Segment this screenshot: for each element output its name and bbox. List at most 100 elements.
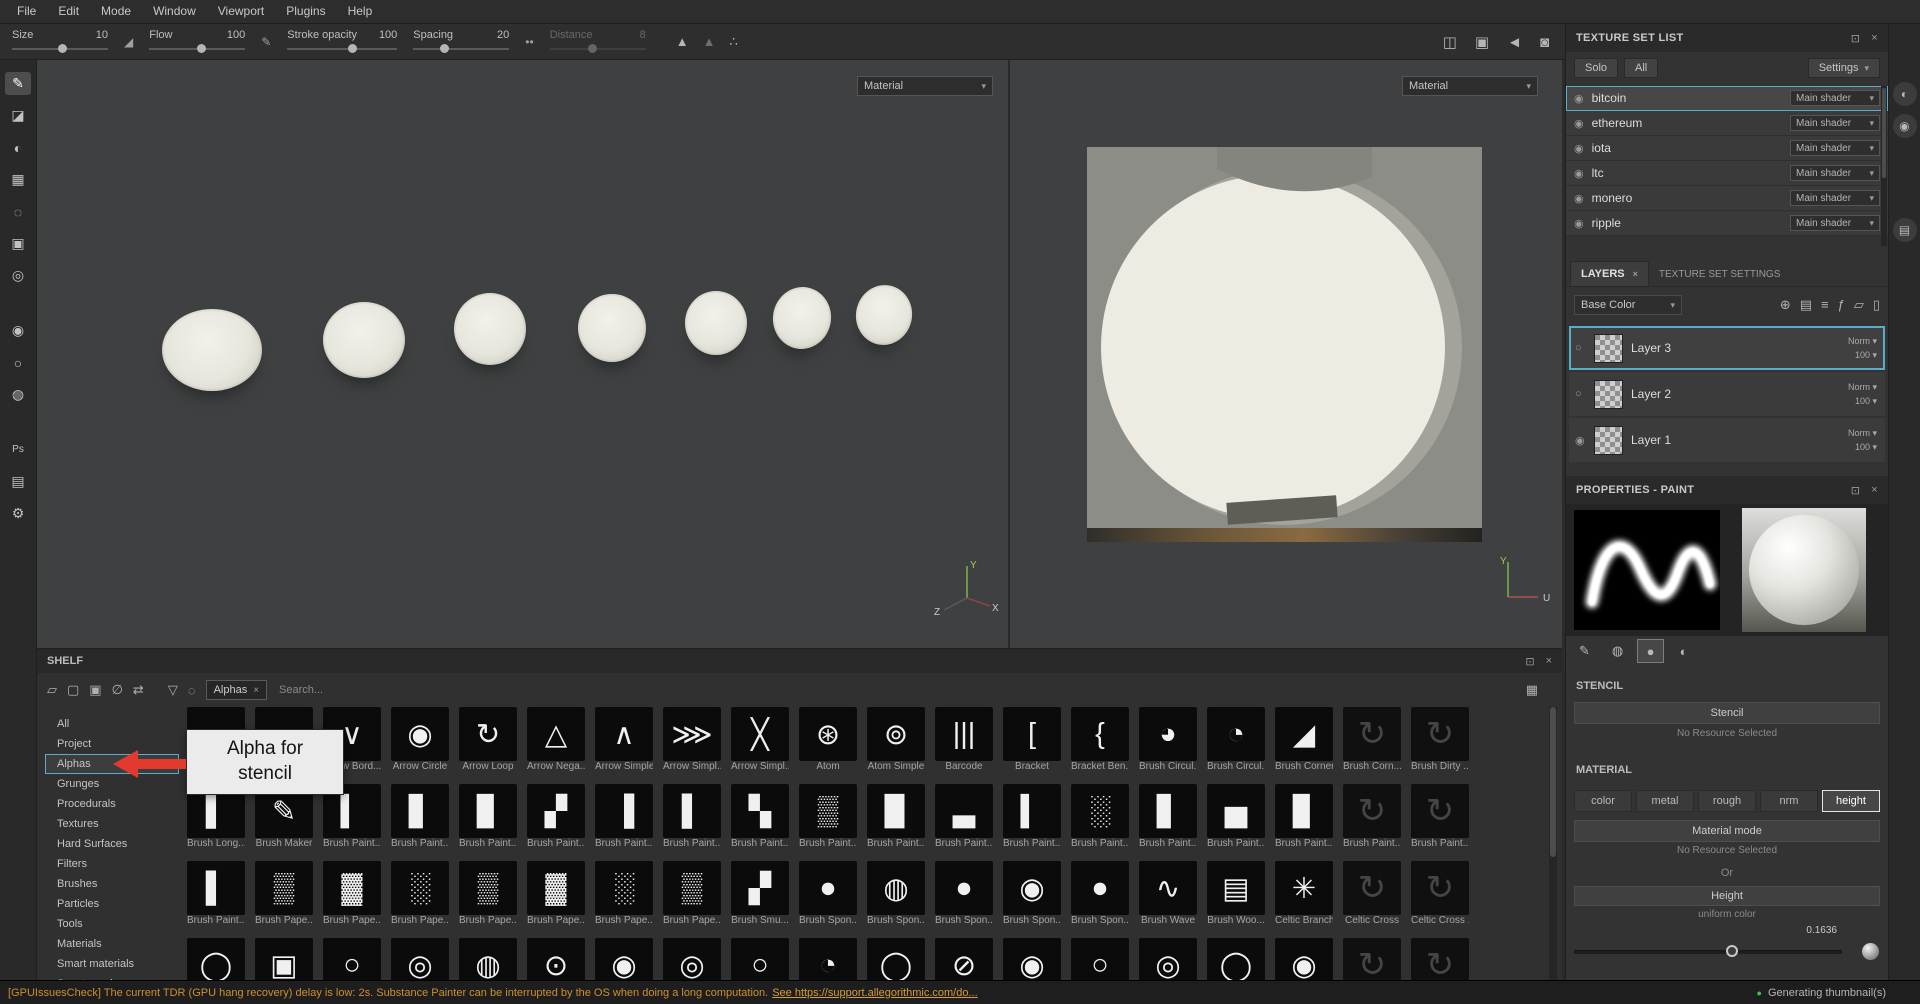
shelf-item-brush-paint[interactable]: ▉ Brush Paint... <box>867 784 925 852</box>
height-value[interactable]: 0.1636 <box>1806 925 1837 936</box>
symmetry-icon[interactable]: ∴ <box>729 34 737 50</box>
layer-opacity[interactable]: 100 ▾ <box>1848 394 1877 408</box>
flow-slider[interactable] <box>149 44 246 54</box>
shelf-item-brush-paint[interactable]: ↻ Brush Paint... <box>1343 784 1401 852</box>
size-falloff-icon[interactable]: ◢ <box>124 35 133 49</box>
layer-row-layer-3[interactable]: ○ Layer 3 Norm ▾ 100 ▾ <box>1569 326 1885 370</box>
height-button[interactable]: Height <box>1574 886 1880 906</box>
spacing-control[interactable]: Spacing 20 <box>413 29 510 54</box>
viewport2d-material-dropdown[interactable]: Material ▾ <box>1402 76 1538 96</box>
shelf-item-brush-paint[interactable]: ▞ Brush Paint... <box>527 784 585 852</box>
duplicate-icon[interactable]: ▣ <box>89 682 101 698</box>
shelf-item-bracket[interactable]: [Bracket <box>1003 707 1061 775</box>
main-shader-dropdown[interactable]: Main shader ▾ <box>1790 90 1880 106</box>
popout-icon[interactable]: ⊡ <box>1525 655 1534 668</box>
texture-set-row-monero[interactable]: ◉ monero Main shader ▾ <box>1566 186 1888 211</box>
falloff-curve-b-icon[interactable]: ▲ <box>703 34 716 50</box>
main-shader-dropdown[interactable]: Main shader ▾ <box>1790 190 1880 206</box>
shelf-category-grunges[interactable]: Grunges <box>45 774 179 794</box>
shelf-item-brush-corn[interactable]: ↻ Brush Corn... <box>1343 707 1401 775</box>
shelf-category-tools[interactable]: Tools <box>45 914 179 934</box>
shelf-item-atom-simple[interactable]: ⊚ Atom Simple <box>867 707 925 775</box>
material-properties-icon[interactable]: ◐ <box>1671 640 1696 662</box>
texture-set-row-ethereum[interactable]: ◉ ethereum Main shader ▾ <box>1566 111 1888 136</box>
spacing-value[interactable]: 20 <box>497 29 509 41</box>
popout-icon[interactable]: ⊡ <box>1851 484 1861 497</box>
shelf-item-brush-circul[interactable]: ◕ Brush Circul... <box>1139 707 1197 775</box>
shelf-item[interactable]: ○ <box>731 938 789 980</box>
export-plugin-icon[interactable]: ▤ <box>5 470 31 493</box>
texture-list-scrollbar[interactable] <box>1882 88 1886 178</box>
shelf-item-brush-paint[interactable]: ▊ Brush Paint... <box>459 784 517 852</box>
solo-button[interactable]: Solo <box>1574 58 1619 78</box>
layer-blend-mode[interactable]: Norm ▾ <box>1848 426 1877 440</box>
viewport-2d[interactable]: Material ▾ Y U <box>1010 60 1562 648</box>
tab-layers[interactable]: LAYERS × <box>1570 261 1649 286</box>
clone-tool[interactable]: ▣ <box>5 232 31 255</box>
tab-close-icon[interactable]: × <box>1633 269 1638 279</box>
shelf-item-brush-pape[interactable]: ▒ Brush Pape... <box>255 861 313 929</box>
shelf-category-particles[interactable]: Particles <box>45 894 179 914</box>
viewport3d-material-dropdown[interactable]: Material ▾ <box>857 76 993 96</box>
menu-edit[interactable]: Edit <box>47 0 90 23</box>
shelf-item-brush-spon[interactable]: ◍ Brush Spon... <box>867 861 925 929</box>
size-slider[interactable] <box>12 44 108 54</box>
all-button[interactable]: All <box>1624 58 1659 78</box>
shelf-item-brush-pape[interactable]: ░ Brush Pape... <box>391 861 449 929</box>
shelf-category-hard-surfaces[interactable]: Hard Surfaces <box>45 834 179 854</box>
shelf-item[interactable]: ◔ <box>799 938 857 980</box>
shelf-item-celtic-cross[interactable]: ↻Celtic Cross ... <box>1411 861 1469 929</box>
shelf-item[interactable]: ○ <box>1071 938 1129 980</box>
shelf-category-brushes[interactable]: Brushes <box>45 874 179 894</box>
channel-metal[interactable]: metal <box>1636 790 1694 812</box>
shelf-item[interactable]: ⊘ <box>935 938 993 980</box>
shelf-item-atom[interactable]: ⊛ Atom <box>799 707 857 775</box>
shelf-category-procedurals[interactable]: Procedurals <box>45 794 179 814</box>
main-shader-dropdown[interactable]: Main shader ▾ <box>1790 115 1880 131</box>
shelf-category-textures[interactable]: Textures <box>45 814 179 834</box>
texture-set-row-ripple[interactable]: ◉ ripple Main shader ▾ <box>1566 211 1888 236</box>
display-settings-icon[interactable]: ◐ <box>1892 82 1917 106</box>
shelf-item[interactable]: ◎ <box>663 938 721 980</box>
viewport-3d[interactable]: Material ▾ Y Z X <box>37 60 1010 648</box>
falloff-curve-a-icon[interactable]: ▲ <box>676 34 689 50</box>
layer-visible-radio-icon[interactable]: ○ <box>1575 388 1592 400</box>
shelf-item-barcode[interactable]: ||| Barcode <box>935 707 993 775</box>
camera-mode-icon[interactable]: ◄ <box>1507 34 1522 51</box>
stroke-opacity-control[interactable]: Stroke opacity 100 <box>287 29 398 54</box>
menu-plugins[interactable]: Plugins <box>275 0 336 23</box>
shelf-item-brush-paint[interactable]: ▌ Brush Paint... <box>187 861 245 929</box>
channel-height[interactable]: height <box>1822 790 1880 812</box>
import-resources-icon[interactable]: ⇄ <box>133 682 144 698</box>
layer-blend-mode[interactable]: Norm ▾ <box>1848 334 1877 348</box>
menu-mode[interactable]: Mode <box>90 0 142 23</box>
shelf-item-brush-pape[interactable]: ▓ Brush Pape... <box>323 861 381 929</box>
shelf-item[interactable]: ◍ <box>459 938 517 980</box>
channel-rough[interactable]: rough <box>1698 790 1756 812</box>
material-mode-button[interactable]: Material mode <box>1574 820 1880 842</box>
new-resource-icon[interactable]: ▢ <box>67 682 79 698</box>
shelf-item-brush-pape[interactable]: ▒ Brush Pape... <box>663 861 721 929</box>
add-effect-icon[interactable]: ƒ <box>1838 297 1845 313</box>
chip-close-icon[interactable]: × <box>253 685 259 696</box>
size-value[interactable]: 10 <box>96 29 108 41</box>
shelf-item-brush-paint[interactable]: ▍ Brush Paint... <box>1003 784 1061 852</box>
shelf-item-brush-spon[interactable]: ● Brush Spon... <box>1071 861 1129 929</box>
stroke-opacity-value[interactable]: 100 <box>379 29 397 41</box>
log-icon[interactable]: ▤ <box>1892 218 1917 242</box>
eraser-tool[interactable]: ◪ <box>5 104 31 127</box>
add-folder-icon[interactable]: ▱ <box>1854 297 1864 313</box>
shelf-item-brush-spon[interactable]: ◉ Brush Spon... <box>1003 861 1061 929</box>
folder-icon[interactable]: ▱ <box>47 682 57 698</box>
shelf-item-arrow-loop[interactable]: ↻ Arrow Loop <box>459 707 517 775</box>
shelf-item[interactable]: ◎ <box>391 938 449 980</box>
channel-color[interactable]: color <box>1574 790 1632 812</box>
shelf-item[interactable]: ◉ <box>1275 938 1333 980</box>
spacing-dot-icon[interactable]: •• <box>525 35 533 49</box>
shelf-category-smart-materials[interactable]: Smart materials <box>45 954 179 974</box>
shelf-item-arrow-nega[interactable]: △ Arrow Nega... <box>527 707 585 775</box>
shelf-item-brush-paint[interactable]: ▚ Brush Paint... <box>731 784 789 852</box>
shelf-item-brush-smu[interactable]: ▞ Brush Smu... <box>731 861 789 929</box>
stencil-properties-icon[interactable]: ● <box>1637 639 1664 663</box>
height-slider-handle[interactable] <box>1726 945 1738 957</box>
